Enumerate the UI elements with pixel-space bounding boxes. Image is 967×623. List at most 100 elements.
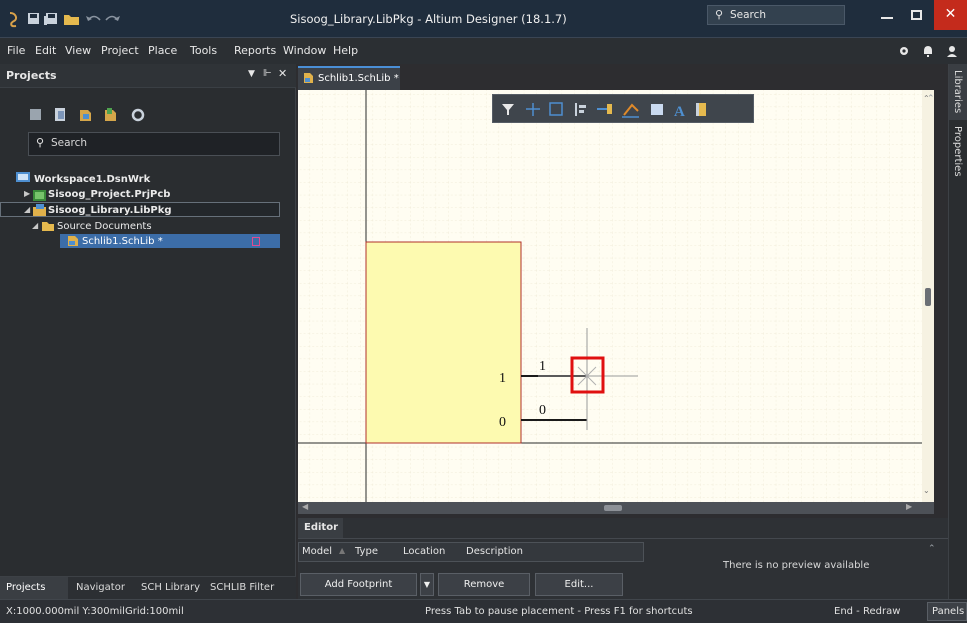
preview-message: There is no preview available — [723, 560, 870, 571]
compile-project-icon — [55, 108, 65, 121]
scroll-down-icon[interactable]: ⌄ — [923, 486, 930, 495]
projects-panel-title: Projects — [6, 69, 57, 82]
status-bar: X:1000.000mil Y:300mil Grid:100mil Press… — [0, 599, 967, 623]
menu-edit[interactable]: Edit — [35, 44, 56, 57]
global-search-label: Search — [730, 9, 767, 21]
panels-button-label: Panels — [932, 606, 965, 617]
schematic-canvas[interactable]: 1 0 1 0 A ⌃ ⌄ — [298, 90, 934, 502]
align-icon — [575, 103, 586, 116]
place-rectangle-icon — [651, 104, 663, 115]
projects-search-placeholder: Search — [51, 137, 88, 149]
models-table-header: Model ▲ Type Location Description — [298, 542, 644, 562]
editor-panel: Editor Model ▲ Type Location Description… — [298, 518, 948, 599]
tab-projects[interactable]: Projects — [6, 582, 45, 593]
document-tab-schlib[interactable]: Schlib1.SchLib * — [298, 66, 400, 90]
tree-item-source-documents[interactable]: Source Documents — [57, 221, 152, 233]
quick-access-toolbar[interactable] — [6, 10, 126, 28]
editor-title-tab: Editor — [298, 518, 343, 538]
menu-reports[interactable]: Reports — [234, 44, 276, 57]
edit-button[interactable]: Edit... — [535, 573, 623, 596]
column-model[interactable]: Model — [302, 546, 332, 557]
panel-close-icon[interactable]: ✕ — [278, 67, 287, 80]
column-type[interactable]: Type — [355, 546, 378, 557]
open-folder-icon — [64, 15, 79, 25]
menu-help[interactable]: Help — [333, 44, 358, 57]
redo-icon — [105, 15, 120, 21]
library-package-icon — [32, 203, 48, 217]
schlib-tab-icon — [302, 72, 315, 84]
menu-bar: File Edit View Project Place Tools Repor… — [0, 38, 967, 64]
global-search-box[interactable]: ⚲ Search — [707, 5, 845, 25]
horizontal-scrollbar[interactable]: ◀ ▶ — [298, 502, 934, 514]
tree-item-workspace[interactable]: Workspace1.DsnWrk — [34, 174, 150, 186]
pin-0-name: 0 — [499, 415, 506, 430]
vertical-scrollbar[interactable]: ⌃ ⌄ — [922, 90, 934, 502]
scroll-right-icon[interactable]: ▶ — [906, 502, 912, 511]
projects-panel-header: Projects ▼ ⊩ ✕ — [0, 64, 296, 88]
menu-file[interactable]: File — [7, 44, 25, 57]
filter-icon — [502, 104, 514, 115]
menu-right-icons[interactable] — [896, 43, 962, 59]
horizontal-scroll-thumb[interactable] — [604, 505, 622, 511]
panel-menu-dropdown-icon[interactable]: ▼ — [248, 69, 255, 79]
menu-project[interactable]: Project — [101, 44, 139, 57]
select-rect-icon — [549, 102, 563, 116]
tree-item-pcb-project[interactable]: Sisoog_Project.PrjPcb — [48, 189, 170, 201]
tab-sch-library[interactable]: SCH Library — [141, 582, 200, 593]
column-description[interactable]: Description — [466, 546, 523, 557]
projects-toolbar[interactable] — [28, 106, 168, 124]
tab-navigator[interactable]: Navigator — [76, 582, 125, 593]
menu-tools[interactable]: Tools — [190, 44, 217, 57]
menu-window[interactable]: Window — [283, 44, 326, 57]
scroll-left-icon[interactable]: ◀ — [302, 502, 308, 511]
preview-collapse-icon[interactable]: ⌃ — [928, 544, 936, 554]
tree-item-library-package[interactable]: Sisoog_Library.LibPkg — [48, 205, 172, 217]
tab-schlib-filter[interactable]: SCHLIB Filter — [210, 582, 274, 593]
workspace-icon — [14, 170, 34, 184]
add-footprint-dropdown-icon[interactable]: ▼ — [420, 573, 434, 596]
app-logo-icon — [9, 12, 18, 28]
editor-divider — [298, 538, 948, 539]
column-location[interactable]: Location — [403, 546, 445, 557]
window-title: Sisoog_Library.LibPkg - Altium Designer … — [290, 12, 567, 26]
place-line-icon — [622, 103, 639, 118]
right-panel-strip: Libraries Properties — [948, 64, 967, 599]
pin-0-designator: 0 — [539, 403, 546, 418]
search-icon: ⚲ — [36, 136, 45, 149]
collapse-arrow-icon[interactable]: ◢ — [24, 205, 30, 214]
component-body — [365, 241, 522, 444]
tree-item-schlib[interactable]: Schlib1.SchLib * — [82, 236, 163, 248]
user-account-icon — [947, 46, 957, 57]
folder-icon — [41, 220, 55, 232]
active-bar-toolbar: A — [492, 94, 754, 123]
canvas-collapse-up-icon[interactable]: ⌃ — [927, 94, 935, 104]
pcb-project-icon — [32, 189, 48, 203]
settings-gear-icon — [900, 47, 908, 55]
status-grid: Grid:100mil — [125, 606, 184, 617]
maximize-button[interactable] — [911, 10, 922, 20]
remove-button[interactable]: Remove — [438, 573, 530, 596]
vertical-scroll-thumb[interactable] — [925, 288, 931, 306]
panel-pin-icon[interactable]: ⊩ — [263, 68, 272, 79]
close-window-button[interactable]: ✕ — [934, 0, 967, 30]
save-icon — [28, 13, 39, 24]
move-icon — [526, 103, 540, 116]
collapse-arrow-icon[interactable]: ◢ — [32, 221, 38, 230]
close-project-icon — [105, 108, 116, 121]
sort-icon: ▲ — [339, 546, 346, 555]
search-icon: ⚲ — [715, 8, 724, 21]
tab-libraries[interactable]: Libraries — [952, 70, 963, 113]
add-part-icon — [696, 103, 706, 116]
menu-view[interactable]: View — [65, 44, 91, 57]
expand-arrow-icon[interactable]: ▶ — [24, 189, 30, 198]
add-footprint-button[interactable]: Add Footprint — [300, 573, 417, 596]
document-tab-label: Schlib1.SchLib * — [318, 73, 399, 84]
minimize-button[interactable] — [881, 17, 893, 19]
panels-button[interactable]: Panels — [927, 602, 967, 621]
modified-document-icon — [252, 237, 260, 246]
menu-place[interactable]: Place — [148, 44, 177, 57]
projects-search-input[interactable]: ⚲ Search — [28, 132, 280, 156]
schematic-drawing: 1 0 1 0 — [298, 90, 934, 502]
tab-properties[interactable]: Properties — [952, 126, 963, 177]
status-coordinates: X:1000.000mil Y:300mil — [6, 606, 125, 617]
